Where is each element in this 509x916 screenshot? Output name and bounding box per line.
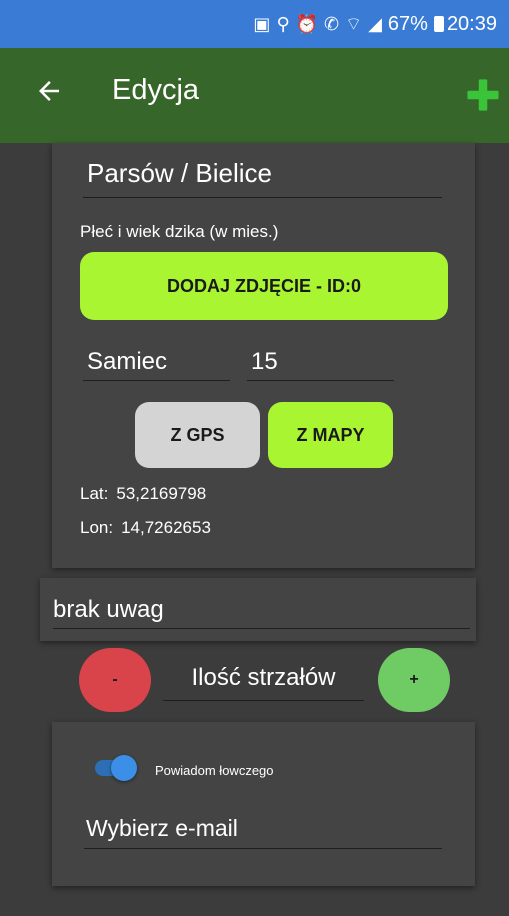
increase-shots-button[interactable]: + [378,648,450,712]
sex-age-label: Płeć i wiek dzika (w mies.) [80,222,279,241]
toggle-thumb [111,755,137,781]
clock: 20:39 [446,12,497,35]
from-gps-button[interactable]: Z GPS [135,402,260,468]
notify-toggle[interactable] [95,755,139,781]
sim-icon: ▣ [253,14,271,34]
shots-count-field[interactable]: Ilość strzałów [163,664,364,701]
add-photo-button[interactable]: DODAJ ZDJĘCIE - ID:0 [80,252,448,320]
plus-icon[interactable] [466,78,500,112]
alarm-icon: ⏰ [295,14,319,34]
signal-icon: ◢ [368,14,382,34]
app-bar: Edycja [0,48,509,143]
arrow-left-icon[interactable] [34,76,64,106]
status-icons: ▣ ⚲ ⏰ ✆ ⌔ ◢ [253,15,381,33]
longitude-row: Lon: 14,7262653 [80,518,211,538]
notify-card [52,722,475,886]
notify-label: Powiadom łowczego [155,763,274,778]
notes-field[interactable]: brak uwag [53,596,470,629]
battery-percent: 67% [387,12,428,35]
email-select[interactable]: Wybierz e-mail [84,815,442,849]
decrease-shots-button[interactable]: - [79,648,151,712]
place-field[interactable]: Parsów / Bielice [83,158,442,198]
latitude-label: Lat: [80,484,109,503]
sex-field[interactable]: Samiec [83,348,230,381]
latitude-row: Lat: 53,2169798 [80,484,206,504]
longitude-value: 14,7262653 [121,518,211,537]
latitude-value: 53,2169798 [116,484,207,503]
battery-icon [433,16,444,32]
wifi-icon: ⌔ [345,14,363,34]
status-bar: ▣ ⚲ ⏰ ✆ ⌔ ◢ 67% 20:39 [0,0,509,48]
from-map-button[interactable]: Z MAPY [268,402,393,468]
call-icon: ✆ [324,14,340,34]
location-icon: ⚲ [276,14,290,34]
longitude-label: Lon: [80,518,114,537]
page-title: Edycja [112,74,200,106]
age-field[interactable]: 15 [247,348,394,381]
